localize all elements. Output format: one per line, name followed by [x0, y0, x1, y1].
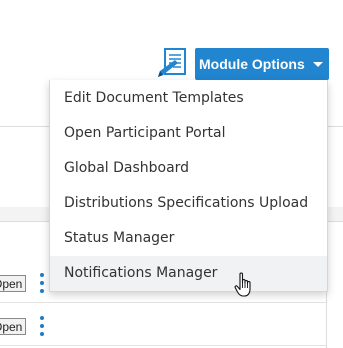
caret-down-icon: [313, 62, 323, 67]
kebab-menu-icon[interactable]: [38, 316, 46, 336]
document-edit-icon[interactable]: [156, 48, 190, 80]
menu-item-edit-document-templates[interactable]: Edit Document Templates: [50, 81, 327, 116]
menu-item-status-manager[interactable]: Status Manager: [50, 221, 327, 256]
menu-item-open-participant-portal[interactable]: Open Participant Portal: [50, 116, 327, 151]
menu-item-notifications-manager[interactable]: Notifications Manager: [50, 256, 327, 291]
menu-item-global-dashboard[interactable]: Global Dashboard: [50, 151, 327, 186]
open-button[interactable]: Open: [0, 318, 26, 335]
kebab-menu-icon[interactable]: [38, 273, 46, 293]
open-button[interactable]: Open: [0, 275, 26, 292]
module-options-menu: Edit Document Templates Open Participant…: [49, 80, 328, 292]
table-row: Open: [0, 305, 327, 346]
menu-item-distributions-specifications-upload[interactable]: Distributions Specifications Upload: [50, 186, 327, 221]
module-options-button[interactable]: Module Options: [195, 48, 329, 80]
module-options-label: Module Options: [199, 56, 305, 72]
